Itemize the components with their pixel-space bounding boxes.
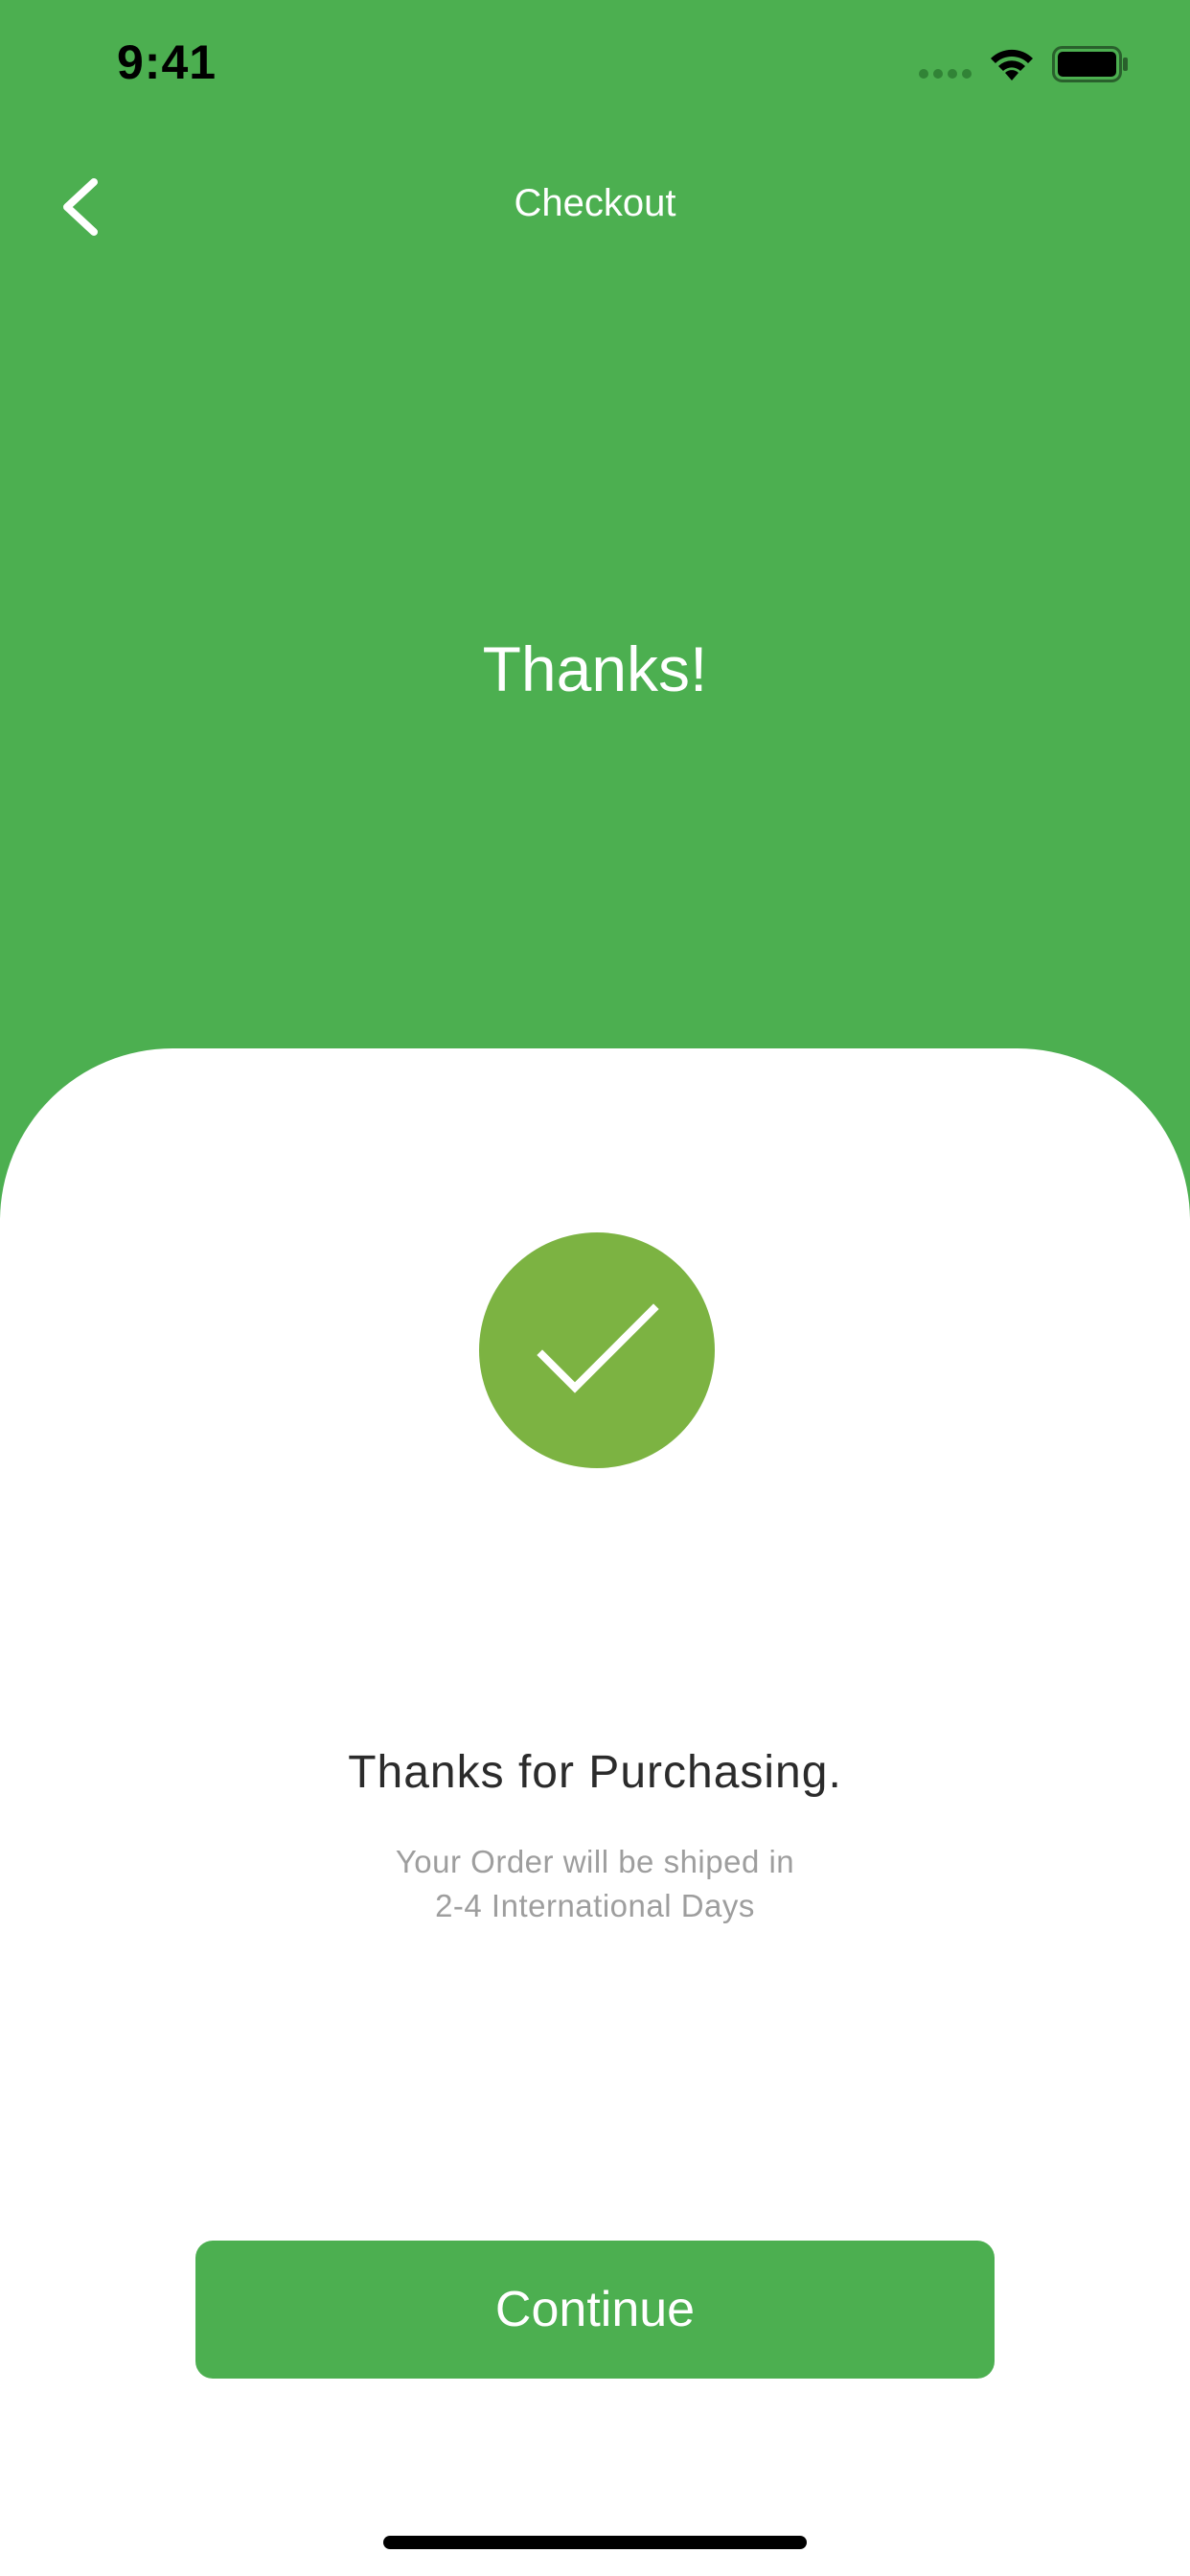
shipping-note-line-2: 2-4 International Days (435, 1888, 755, 1923)
shipping-note: Your Order will be shiped in 2-4 Interna… (0, 1840, 1190, 1928)
continue-button[interactable]: Continue (195, 2241, 995, 2379)
shipping-note-line-1: Your Order will be shiped in (395, 1844, 795, 1879)
battery-icon (1052, 46, 1128, 82)
nav-title: Checkout (514, 182, 676, 224)
status-bar: 9:41 (0, 0, 1190, 126)
confirmation-heading: Thanks for Purchasing. (348, 1747, 842, 1798)
success-badge (479, 1232, 715, 1468)
hero-title: Thanks! (482, 633, 708, 704)
status-time: 9:41 (117, 35, 217, 89)
home-indicator[interactable] (383, 2536, 807, 2549)
wifi-icon (991, 49, 1033, 80)
checkmark-icon (537, 1303, 659, 1393)
cellular-signal-icon (919, 69, 972, 79)
checkout-success-screen: 9:41 Checkout Thanks! Thanks for Purchas… (0, 0, 1190, 2576)
